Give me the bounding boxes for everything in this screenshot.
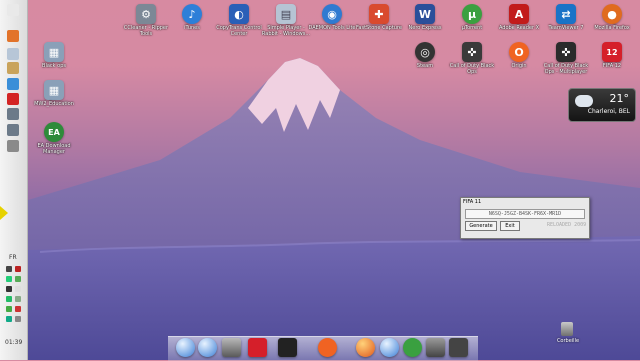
dock-disk-icon[interactable] <box>426 338 445 357</box>
side-dock: FR 01:39 <box>0 0 28 360</box>
desktop-icon-label: Nero Express <box>408 25 442 31</box>
desktop-icon-cod[interactable]: ✜ Call of Duty Black Ops <box>446 42 498 88</box>
folder-icon[interactable] <box>7 48 19 60</box>
window-icon[interactable] <box>7 108 19 120</box>
desktop-icon-origin[interactable]: O Origin <box>493 42 545 88</box>
capture-icon: ✚ <box>369 4 389 24</box>
tray-icon-9[interactable] <box>6 306 12 312</box>
desktop-icon-label: µTorrent <box>461 25 483 31</box>
desktop-icon-label: FIFA 12 <box>602 63 622 69</box>
generate-button[interactable]: Generate <box>465 221 497 231</box>
document-icon: ▤ <box>276 4 296 24</box>
trash-label: Corbeille <box>556 338 580 344</box>
desktop-icon-label: iTunes <box>184 25 200 31</box>
tray-icon-2[interactable] <box>15 266 21 272</box>
control-center-icon: ◐ <box>229 4 249 24</box>
language-indicator[interactable]: FR <box>9 254 17 261</box>
fifa-icon: 12 <box>602 42 622 62</box>
word-icon: W <box>415 4 435 24</box>
desktop-icon-label: FastStone Capture <box>356 25 402 31</box>
desktop-icon-cpuid[interactable]: ⚙ CCleaner - Ripper Tools <box>120 4 172 50</box>
origin-icon: O <box>509 42 529 62</box>
firefox-icon[interactable] <box>7 30 19 42</box>
dock-settings-icon[interactable] <box>449 338 468 357</box>
desktop-icon-label: DAEMON Tools Lite <box>308 25 356 31</box>
firefox-icon: ● <box>602 4 622 24</box>
desktop-icon-label: CopyTrans Control Center <box>216 25 262 37</box>
desktop-icon-faststone[interactable]: ✚ FastStone Capture <box>353 4 405 50</box>
desktop-icon-label: EA Download Manager <box>37 143 71 155</box>
weather-location: Charleroi, BEL <box>587 108 630 115</box>
exit-button[interactable]: Exit <box>500 221 520 231</box>
cloud-icon <box>575 95 593 107</box>
desktop-icon-label: Simple Player - Rabbit - Windows... <box>261 25 311 37</box>
chat-icon[interactable] <box>7 78 19 90</box>
desktop-icon-control-center[interactable]: ◐ CopyTrans Control Center <box>213 4 265 50</box>
tray-icon-3[interactable] <box>6 276 12 282</box>
media-icon[interactable] <box>7 62 19 74</box>
settings-icon[interactable] <box>7 124 19 136</box>
desktop-icon-mw2[interactable]: ▦ MW2_Education <box>28 80 80 126</box>
desktop-icon-label: Call of Duty Black Ops <box>449 63 495 75</box>
weather-widget[interactable]: 21° Charleroi, BEL <box>568 88 636 122</box>
tray-icon-11[interactable] <box>6 316 12 322</box>
tray-icon-5[interactable] <box>6 286 12 292</box>
dock-browser-icon-1[interactable] <box>176 338 195 357</box>
apple-icon[interactable] <box>7 4 19 16</box>
desktop-icon-label: Call of Duty Black Ops - Multiplayer <box>543 63 589 75</box>
file-icon: ▦ <box>44 42 64 62</box>
dock-origin-icon[interactable] <box>318 338 337 357</box>
dock-globe-icon[interactable] <box>380 338 399 357</box>
desktop-icon-label: CCleaner - Ripper Tools <box>123 25 169 37</box>
itunes-icon: ♪ <box>182 4 202 24</box>
tray-icon-10[interactable] <box>15 306 21 312</box>
clock[interactable]: 01:39 <box>5 339 22 346</box>
dock-warning-icon[interactable] <box>222 338 241 357</box>
file-icon: ▦ <box>44 80 64 100</box>
keygen-title: FIFA 11 <box>463 199 482 205</box>
dock-firefox-icon[interactable] <box>356 338 375 357</box>
desktop-icon-label: Steam <box>416 63 434 69</box>
utorrent-icon: µ <box>462 4 482 24</box>
game-icon: ✜ <box>556 42 576 62</box>
desktop-icon-label: Mozilla Firefox <box>594 25 630 31</box>
desktop-icon-cod-multiplayer[interactable]: ✜ Call of Duty Black Ops - Multiplayer <box>540 42 592 88</box>
desktop-icon-label: Adobe Reader X <box>498 25 540 31</box>
tray-icon-8[interactable] <box>15 296 21 302</box>
tools-icon[interactable] <box>7 140 19 152</box>
desktop-icon-player[interactable]: ▤ Simple Player - Rabbit - Windows... <box>260 4 312 50</box>
dock-browser-icon-2[interactable] <box>198 338 217 357</box>
dock-fifa12-icon[interactable] <box>248 338 267 357</box>
desktop-icon-label: Origin <box>511 63 527 69</box>
tray-icon-4[interactable] <box>15 276 21 282</box>
desktop-icon-ea-download-manager[interactable]: EA EA Download Manager <box>28 122 80 168</box>
shield-icon[interactable] <box>7 93 19 105</box>
dock-utorrent-icon[interactable] <box>403 338 422 357</box>
game-icon: ✜ <box>462 42 482 62</box>
tray-icon-1[interactable] <box>6 266 12 272</box>
daemon-tools-icon: ◉ <box>322 4 342 24</box>
utility-icon: ⚙ <box>136 4 156 24</box>
desktop-icon-itunes[interactable]: ♪ iTunes <box>166 4 218 50</box>
steam-icon: ◎ <box>415 42 435 62</box>
trash-icon[interactable] <box>561 322 573 336</box>
pointer-arrow-icon <box>0 206 8 220</box>
desktop-icon-label: Black ops <box>42 63 66 69</box>
dock-steam-icon[interactable] <box>278 338 297 357</box>
tray-icon-6[interactable] <box>15 286 21 292</box>
teamviewer-icon: ⇄ <box>556 4 576 24</box>
keygen-window: FIFA 11 N6SQ-J5GZ-B4SK-FR6X-MR1D Generat… <box>460 197 590 239</box>
keygen-credit: RELOADED 2009 <box>547 222 587 228</box>
desktop-icon-daemon-tools[interactable]: ◉ DAEMON Tools Lite <box>306 4 358 50</box>
pdf-icon: A <box>509 4 529 24</box>
tray-icon-7[interactable] <box>6 296 12 302</box>
ea-icon: EA <box>44 122 64 142</box>
weather-temperature: 21° <box>609 92 630 105</box>
desktop-icon-label: MW2_Education <box>34 101 74 107</box>
serial-field[interactable]: N6SQ-J5GZ-B4SK-FR6X-MR1D <box>465 209 585 219</box>
tray-icon-12[interactable] <box>15 316 21 322</box>
desktop-icon-label: TeamViewer 7 <box>548 25 584 31</box>
desktop-icon-fifa12[interactable]: 12 FIFA 12 <box>586 42 638 88</box>
desktop-icon-steam[interactable]: ◎ Steam <box>399 42 451 88</box>
